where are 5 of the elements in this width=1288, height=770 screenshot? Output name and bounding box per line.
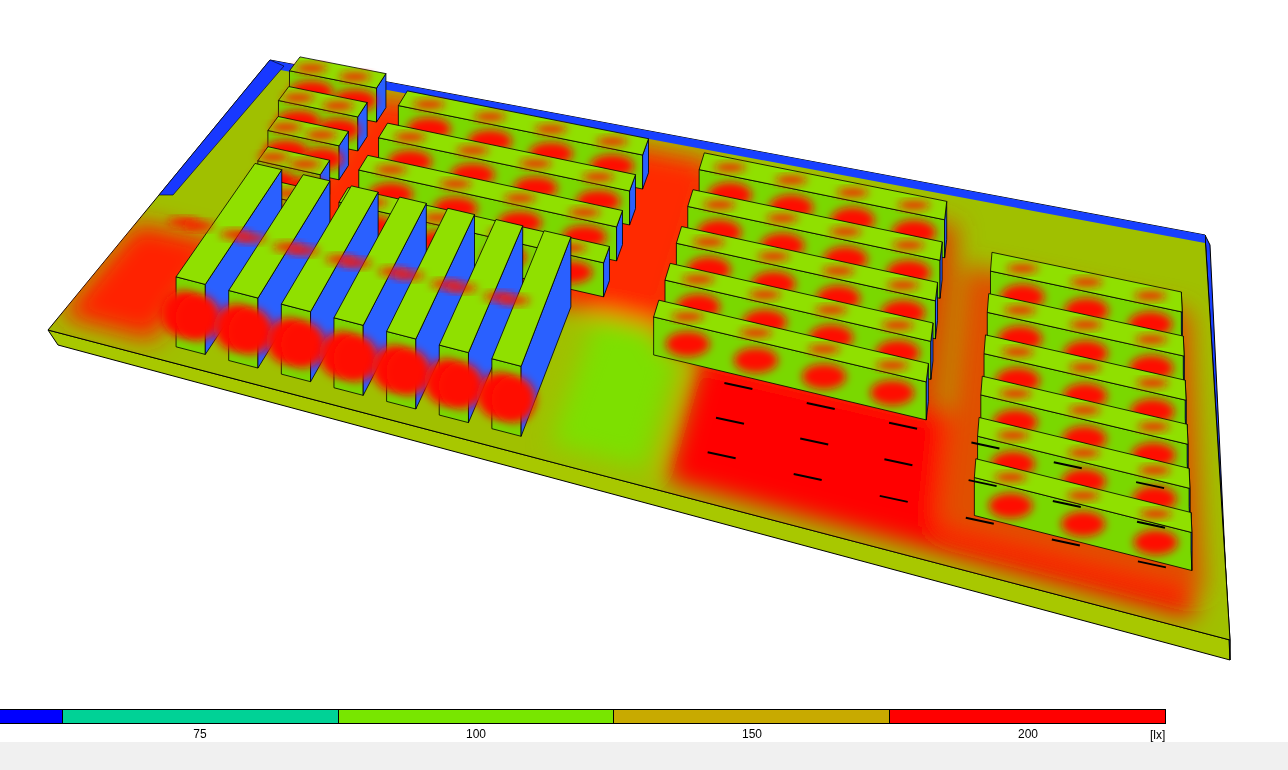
legend-value: 150 <box>742 727 762 741</box>
legend-value: 100 <box>466 727 486 741</box>
legend-value: 75 <box>193 727 207 741</box>
unit-label: [lx] <box>1150 728 1166 742</box>
legend-value: 200 <box>1018 727 1038 741</box>
